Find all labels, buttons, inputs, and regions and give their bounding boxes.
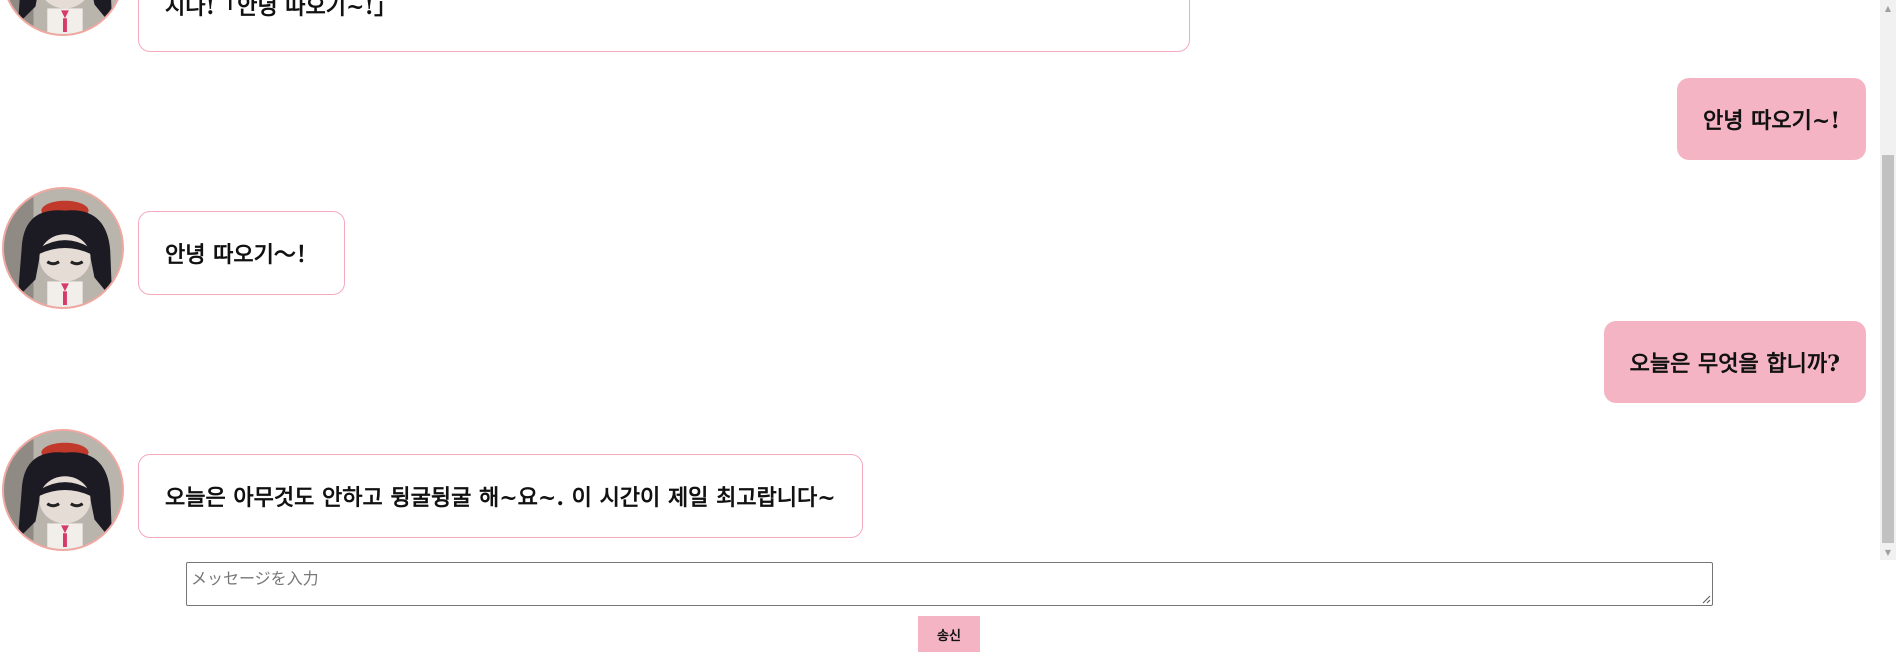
- resize-grip-icon[interactable]: [1702, 595, 1711, 604]
- chat-log[interactable]: 시다!「안녕 따오기~!」 안녕 따오기~! 안녕 따오기～！ 오늘은 무엇을 …: [0, 0, 1880, 560]
- user-message-bubble: 오늘은 무엇을 합니까?: [1603, 321, 1866, 403]
- message-text: 오늘은 무엇을 합니까?: [1629, 351, 1840, 377]
- message-text: 오늘은 아무것도 안하고 뒹굴뒹굴 해~요~. 이 시간이 제일 최고랍니다~: [165, 485, 836, 511]
- character-avatar-icon: [4, 0, 122, 34]
- bot-message-bubble: 안녕 따오기～！: [138, 211, 345, 295]
- message-text: 시다!「안녕 따오기~!」: [165, 0, 397, 20]
- bot-avatar: [2, 187, 124, 309]
- bot-message-bubble: 오늘은 아무것도 안하고 뒹굴뒹굴 해~요~. 이 시간이 제일 최고랍니다~: [138, 454, 863, 538]
- bot-avatar: [2, 0, 124, 36]
- message-text: 안녕 따오기~!: [1703, 108, 1840, 134]
- chat-scrollbar[interactable]: ▲ ▼: [1880, 0, 1896, 560]
- scrollbar-thumb[interactable]: [1882, 155, 1894, 543]
- bot-message-bubble: 시다!「안녕 따오기~!」: [138, 0, 1190, 52]
- message-input[interactable]: [186, 562, 1713, 606]
- message-text: 안녕 따오기～！: [165, 242, 318, 268]
- scroll-up-arrow-icon[interactable]: ▲: [1880, 0, 1896, 16]
- send-button[interactable]: 송신: [918, 616, 980, 652]
- user-message-bubble: 안녕 따오기~!: [1677, 78, 1866, 160]
- bot-avatar: [2, 429, 124, 551]
- character-avatar-icon: [4, 431, 122, 549]
- character-avatar-icon: [4, 189, 122, 307]
- scroll-down-arrow-icon[interactable]: ▼: [1880, 544, 1896, 560]
